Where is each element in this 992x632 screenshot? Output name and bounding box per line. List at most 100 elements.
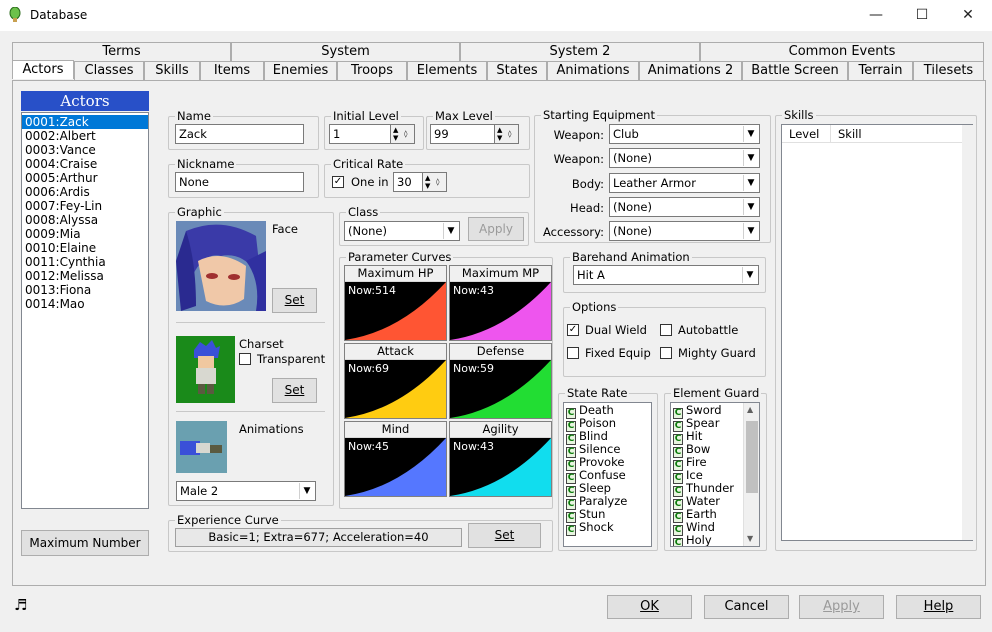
barehand-animation-select[interactable]: Hit A ▼ [573, 265, 759, 285]
tab-states[interactable]: States [487, 61, 547, 80]
tab-animations[interactable]: Animations [547, 61, 639, 80]
actor-list-item[interactable]: 0014:Mao [22, 297, 148, 311]
fixed-equip-checkbox[interactable] [567, 347, 579, 359]
actor-list-item[interactable]: 0005:Arthur [22, 171, 148, 185]
max-level-field[interactable]: 99 [430, 124, 495, 144]
class-select[interactable]: (None) ▼ [344, 221, 460, 241]
music-icon[interactable]: ♬ [14, 596, 27, 614]
fixed-equip-label: Fixed Equip [585, 346, 651, 360]
dual-wield-checkbox[interactable]: ✓ [567, 324, 579, 336]
parameter-curve[interactable]: Agility Now:43 [449, 421, 552, 497]
help-button[interactable]: Help [896, 595, 981, 619]
class-apply-button[interactable]: Apply [468, 217, 524, 241]
tab-system[interactable]: System [231, 42, 460, 61]
actor-list-item[interactable]: 0002:Albert [22, 129, 148, 143]
nickname-field[interactable]: None [175, 172, 304, 192]
close-button[interactable]: ✕ [945, 0, 991, 31]
column-level[interactable]: Level [782, 125, 831, 143]
parameter-curve[interactable]: Mind Now:45 [344, 421, 447, 497]
face-set-button[interactable]: Set [272, 288, 317, 313]
tab-terms[interactable]: Terms [12, 42, 231, 61]
tab-battle-screen[interactable]: Battle Screen [742, 61, 848, 80]
scrollbar-thumb[interactable] [746, 421, 758, 493]
transparent-checkbox[interactable] [239, 353, 251, 365]
actor-list-item[interactable]: 0008:Alyssa [22, 213, 148, 227]
initial-level-spinner[interactable]: ▲ ▼ ◊ [390, 124, 415, 144]
barehand-animation-label: Barehand Animation [570, 250, 692, 264]
tab-animations-2[interactable]: Animations 2 [639, 61, 742, 80]
app-icon [9, 7, 21, 22]
chevron-down-icon: ▼ [742, 267, 757, 283]
state-rate-list[interactable]: C Death C Poison C Blind C Silence C Provoke C Conf… [563, 402, 652, 547]
equipment-select[interactable]: Club ▼ [609, 124, 760, 144]
maximize-button[interactable]: ☐ [899, 0, 945, 31]
parameter-curve[interactable]: Defense Now:59 [449, 343, 552, 419]
autobattle-checkbox[interactable] [660, 324, 672, 336]
charset-set-button[interactable]: Set [272, 378, 317, 403]
rate-letter-badge[interactable]: C [673, 538, 683, 546]
mighty-guard-checkbox[interactable] [660, 347, 672, 359]
equipment-select[interactable]: (None) ▼ [609, 221, 760, 241]
tab-system-2[interactable]: System 2 [460, 42, 700, 61]
experience-set-button[interactable]: Set [468, 523, 541, 548]
rate-letter-badge[interactable]: C [566, 525, 576, 536]
minimize-button[interactable]: — [853, 0, 899, 31]
skills-list[interactable]: Level Skill [781, 124, 973, 541]
equipment-select[interactable]: Leather Armor ▼ [609, 173, 760, 193]
state-rate-item[interactable]: C Shock [564, 521, 651, 536]
actor-list-item[interactable]: 0010:Elaine [22, 241, 148, 255]
parameter-curve[interactable]: Maximum HP Now:514 [344, 265, 447, 341]
actor-list-item[interactable]: 0001:Zack [22, 115, 148, 129]
initial-level-field[interactable]: 1 [329, 124, 391, 144]
scroll-up-icon[interactable]: ▲ [747, 405, 753, 414]
tab-troops[interactable]: Troops [337, 61, 407, 80]
equipment-slot-label: Weapon: [553, 128, 604, 142]
maximum-number-button[interactable]: Maximum Number [21, 530, 149, 556]
tab-skills[interactable]: Skills [144, 61, 200, 80]
tab-terrain[interactable]: Terrain [848, 61, 913, 80]
tab-items[interactable]: Items [200, 61, 264, 80]
tab-common-events[interactable]: Common Events [700, 42, 984, 61]
actor-list-item[interactable]: 0006:Ardis [22, 185, 148, 199]
equipment-select-value: (None) [613, 224, 652, 238]
apply-button[interactable]: Apply [799, 595, 884, 619]
animation-select[interactable]: Male 2 ▼ [176, 481, 316, 501]
equipment-select[interactable]: (None) ▼ [609, 197, 760, 217]
parameter-curve[interactable]: Attack Now:69 [344, 343, 447, 419]
actor-list-item[interactable]: 0007:Fey-Lin [22, 199, 148, 213]
equipment-select[interactable]: (None) ▼ [609, 148, 760, 168]
actor-list-item[interactable]: 0004:Craise [22, 157, 148, 171]
critical-rate-field[interactable]: 30 [393, 172, 423, 192]
actor-list-item[interactable]: 0009:Mia [22, 227, 148, 241]
max-level-spinner[interactable]: ▲ ▼ ◊ [494, 124, 519, 144]
actor-list-item[interactable]: 0013:Fiona [22, 283, 148, 297]
critical-rate-spinner[interactable]: ▲ ▼ ◊ [422, 172, 447, 192]
element-guard-name: Bow [686, 442, 711, 456]
name-label: Name [175, 109, 213, 123]
tab-enemies[interactable]: Enemies [264, 61, 337, 80]
tab-elements[interactable]: Elements [407, 61, 487, 80]
actor-list[interactable]: 0001:Zack 0002:Albert 0003:Vance 0004:Crais… [21, 112, 149, 509]
name-field[interactable]: Zack [175, 124, 304, 144]
parameter-curve[interactable]: Maximum MP Now:43 [449, 265, 552, 341]
skills-scrollbar[interactable] [962, 125, 973, 540]
element-guard-scrollbar[interactable]: ▲ ▼ [743, 403, 759, 546]
ok-button[interactable]: OK [607, 595, 692, 619]
critical-rate-checkbox[interactable]: ✓ [332, 176, 344, 188]
barehand-select-value: Hit A [577, 268, 605, 282]
cancel-button[interactable]: Cancel [704, 595, 789, 619]
equipment-select-value: Club [613, 127, 639, 141]
experience-curve-label: Experience Curve [175, 513, 281, 527]
actor-list-item[interactable]: 0011:Cynthia [22, 255, 148, 269]
tab-actors[interactable]: Actors [12, 60, 74, 79]
graphic-label: Graphic [175, 205, 224, 219]
actor-list-item[interactable]: 0003:Vance [22, 143, 148, 157]
scroll-down-icon[interactable]: ▼ [747, 534, 753, 543]
state-rate-item[interactable]: C Paralyze [564, 495, 651, 510]
column-skill[interactable]: Skill [832, 125, 962, 143]
tab-classes[interactable]: Classes [74, 61, 144, 80]
actor-list-item[interactable]: 0012:Melissa [22, 269, 148, 283]
tab-tilesets[interactable]: Tilesets [913, 61, 984, 80]
element-guard-name: Hit [686, 429, 703, 443]
animation-image [176, 421, 227, 473]
